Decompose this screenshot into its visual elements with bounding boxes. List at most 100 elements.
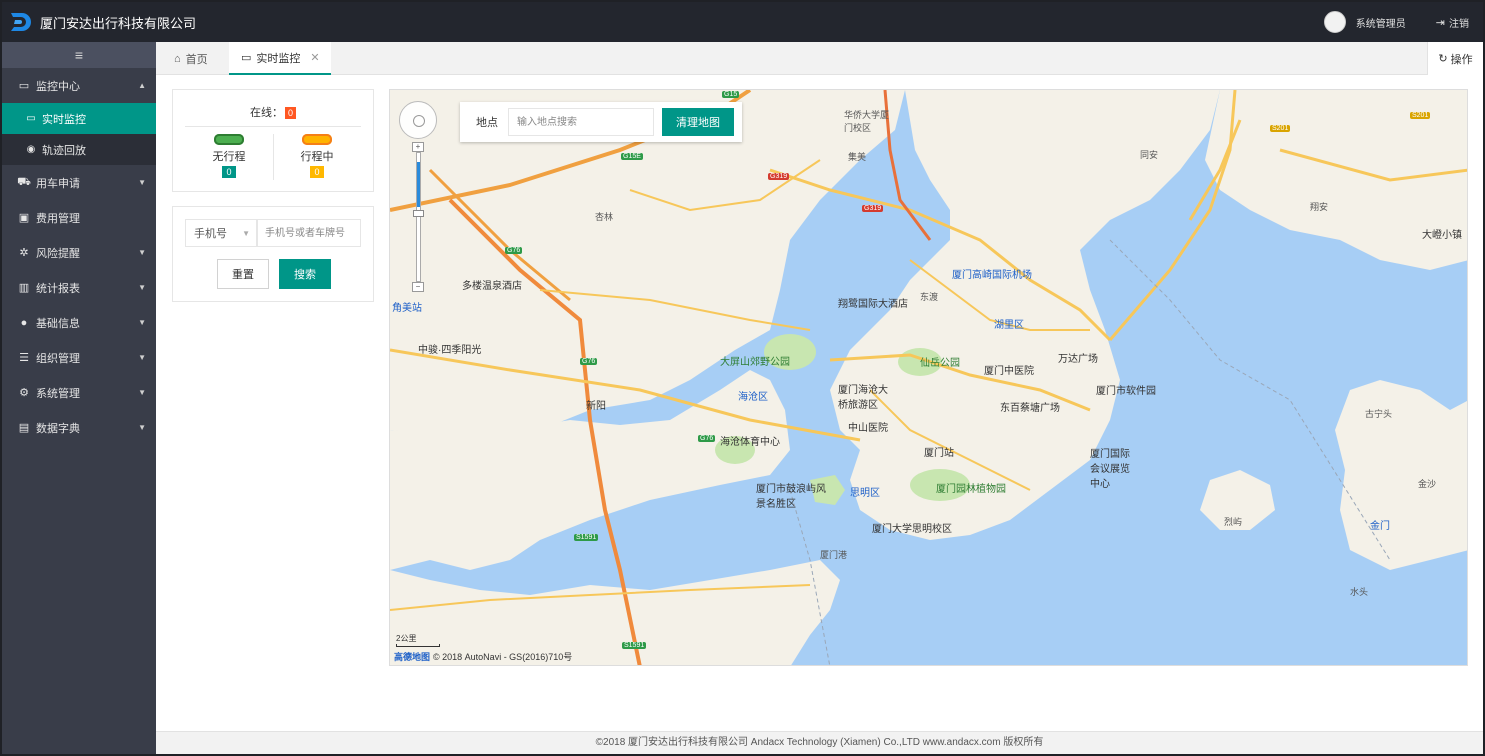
map-search-input[interactable] <box>508 108 654 136</box>
chevron-down-icon: ▼ <box>242 228 250 238</box>
sidebar-item-label: 监控中心 <box>36 80 80 93</box>
map-brand-logo: 高德地图 <box>394 652 431 662</box>
main-content: 在线：0 无行程 0 行程中 0 手机号 ▼ 重置 搜索 <box>156 75 1483 731</box>
map-label-xinyang: 新阳 <box>586 401 606 412</box>
map-label-xinglin: 杏林 <box>595 212 614 222</box>
phone-or-plate-input[interactable] <box>257 219 361 247</box>
sidebar-item-system-management[interactable]: ⚙ 系统管理 ▼ <box>2 375 156 410</box>
company-logo <box>11 13 31 31</box>
map-view[interactable]: G15 G15E G319 G319 G76 G76 G76 S1591 S15… <box>389 89 1468 666</box>
user-area: 系统管理员 ⇥ 注销 <box>1323 11 1483 33</box>
money-icon: ▣ <box>18 212 30 224</box>
sidebar-item-realtime-monitor[interactable]: ▭ 实时监控 <box>2 103 156 134</box>
map-credit-text: © 2018 AutoNavi - GS(2016)710号 <box>433 652 573 662</box>
map-label-tongan: 同安 <box>1140 150 1159 160</box>
select-value: 手机号 <box>194 228 227 240</box>
divider <box>273 134 274 180</box>
car-yellow-icon <box>302 134 332 145</box>
map-label-dadeng: 大嶝小镇 <box>1422 230 1462 241</box>
idle-count-badge: 0 <box>222 166 236 178</box>
chevron-down-icon: ▼ <box>138 283 146 292</box>
road-badge: S201 <box>1270 125 1291 132</box>
zoom-handle[interactable] <box>413 210 424 217</box>
idle-status[interactable]: 无行程 0 <box>199 134 259 178</box>
map-label-dongdu: 东渡 <box>920 292 939 302</box>
sidebar-item-label: 风险提醒 <box>36 247 80 260</box>
footer: ©2018 厦门安达出行科技有限公司 Andacx Technology (Xi… <box>156 731 1483 754</box>
map-pan-control[interactable] <box>399 101 437 139</box>
gears-icon: ⚙ <box>19 387 29 399</box>
road-badge: G15 <box>722 91 740 98</box>
scale-label: 2公里 <box>396 634 417 643</box>
reset-button[interactable]: 重置 <box>217 259 269 289</box>
chevron-down-icon: ▼ <box>138 353 146 362</box>
road-badge: S1591 <box>622 642 647 649</box>
map-label-gulangyu: 厦门市鼓浪屿风景名胜区 <box>756 484 826 510</box>
clear-map-button[interactable]: 清理地图 <box>662 108 734 136</box>
map-label-hospital2: 中山医院 <box>848 423 888 434</box>
map-label-botanic: 厦门园林植物园 <box>936 484 1006 495</box>
operations-button[interactable]: ↻ 操作 <box>1427 42 1483 75</box>
sidebar-item-monitor-center[interactable]: ▭ 监控中心 ▲ <box>2 68 156 103</box>
zoom-in-button[interactable]: + <box>412 142 424 152</box>
sidebar-item-risk-alert[interactable]: ✲ 风险提醒 ▼ <box>2 235 156 270</box>
sidebar-item-label: 轨迹回放 <box>42 144 86 157</box>
map-label-haicang-bridge: 厦门海沧大桥旅游区 <box>838 385 888 411</box>
map-label-dongbai: 东百蔡塘广场 <box>1000 403 1060 414</box>
sidebar-item-data-dictionary[interactable]: ▤ 数据字典 ▼ <box>2 410 156 445</box>
map-label-station: 厦门站 <box>924 448 954 459</box>
sidebar-item-car-request[interactable]: ⛟ 用车申请 ▼ <box>2 165 156 200</box>
online-row: 在线： 0 <box>173 104 373 120</box>
road-badge: G76 <box>505 247 523 254</box>
monitor-icon: ▭ <box>18 80 30 92</box>
sidebar-item-cost-management[interactable]: ▣ 费用管理 <box>2 200 156 235</box>
search-type-select[interactable]: 手机号 ▼ <box>185 219 257 247</box>
sidebar: ≡ ▭ 监控中心 ▲ ▭ 实时监控 ◉ 轨迹回放 ⛟ 用车申请 ▼ ▣ 费用管理… <box>2 42 156 754</box>
sidebar-item-org-management[interactable]: ☰ 组织管理 ▼ <box>2 340 156 375</box>
logout-icon: ⇥ <box>1435 16 1445 29</box>
map-label-convention: 厦门国际会议展览中心 <box>1090 449 1130 490</box>
avatar[interactable] <box>1323 11 1346 33</box>
map-label-huaqiao: 华侨大学厦门校区 <box>844 110 890 133</box>
operations-label: 操作 <box>1450 53 1473 66</box>
map-label-wanda: 万达广场 <box>1058 354 1098 365</box>
zoom-out-button[interactable]: − <box>412 282 424 292</box>
map-label-siming: 思明区 <box>850 488 880 499</box>
map-label-jinsha: 金沙 <box>1418 479 1437 489</box>
sidebar-item-label: 数据字典 <box>36 422 80 435</box>
map-label-jimei: 集美 <box>848 152 867 162</box>
org-icon: ☰ <box>19 352 29 364</box>
book-icon: ▤ <box>18 422 30 434</box>
menu-toggle-icon[interactable]: ≡ <box>2 42 156 68</box>
tab-realtime-monitor[interactable]: ▭ 实时监控 ✕ <box>229 42 331 75</box>
top-header: 厦门安达出行科技有限公司 系统管理员 ⇥ 注销 <box>2 2 1483 42</box>
user-name[interactable]: 系统管理员 <box>1356 15 1406 30</box>
chevron-down-icon: ▼ <box>138 423 146 432</box>
monitor-icon: ▭ <box>241 52 252 64</box>
map-label-xiamen-port: 厦门港 <box>820 550 848 560</box>
alert-icon: ✲ <box>19 247 29 259</box>
zoom-level-fill <box>417 162 420 207</box>
sidebar-item-statistics[interactable]: ▥ 统计报表 ▼ <box>2 270 156 305</box>
close-icon[interactable]: ✕ <box>310 51 319 64</box>
road-badge: G76 <box>698 435 716 442</box>
sidebar-item-track-playback[interactable]: ◉ 轨迹回放 <box>2 134 156 165</box>
busy-status[interactable]: 行程中 0 <box>287 134 347 178</box>
target-icon: ◉ <box>26 144 36 155</box>
car-icon: ⛟ <box>17 175 31 188</box>
map-label-jinmen: 金门 <box>1370 521 1390 532</box>
map-label-park1: 大屏山郊野公园 <box>720 357 790 368</box>
map-label-softpark: 厦门市软件园 <box>1096 386 1156 397</box>
map-label-sports: 海沧体育中心 <box>720 437 780 448</box>
search-button[interactable]: 搜索 <box>279 259 331 289</box>
car-green-icon <box>214 134 244 145</box>
sidebar-item-basic-info[interactable]: ● 基础信息 ▼ <box>2 305 156 340</box>
map-label-huli: 湖里区 <box>994 320 1024 331</box>
map-canvas[interactable] <box>390 90 1468 666</box>
zoom-slider[interactable]: + − <box>412 142 424 292</box>
online-count-badge: 0 <box>284 107 296 119</box>
map-label-hospital1: 厦门中医院 <box>984 366 1034 377</box>
logout-button[interactable]: ⇥ 注销 <box>1436 15 1469 30</box>
tab-home[interactable]: ⌂ 首页 <box>164 42 218 75</box>
logout-label: 注销 <box>1449 18 1469 30</box>
